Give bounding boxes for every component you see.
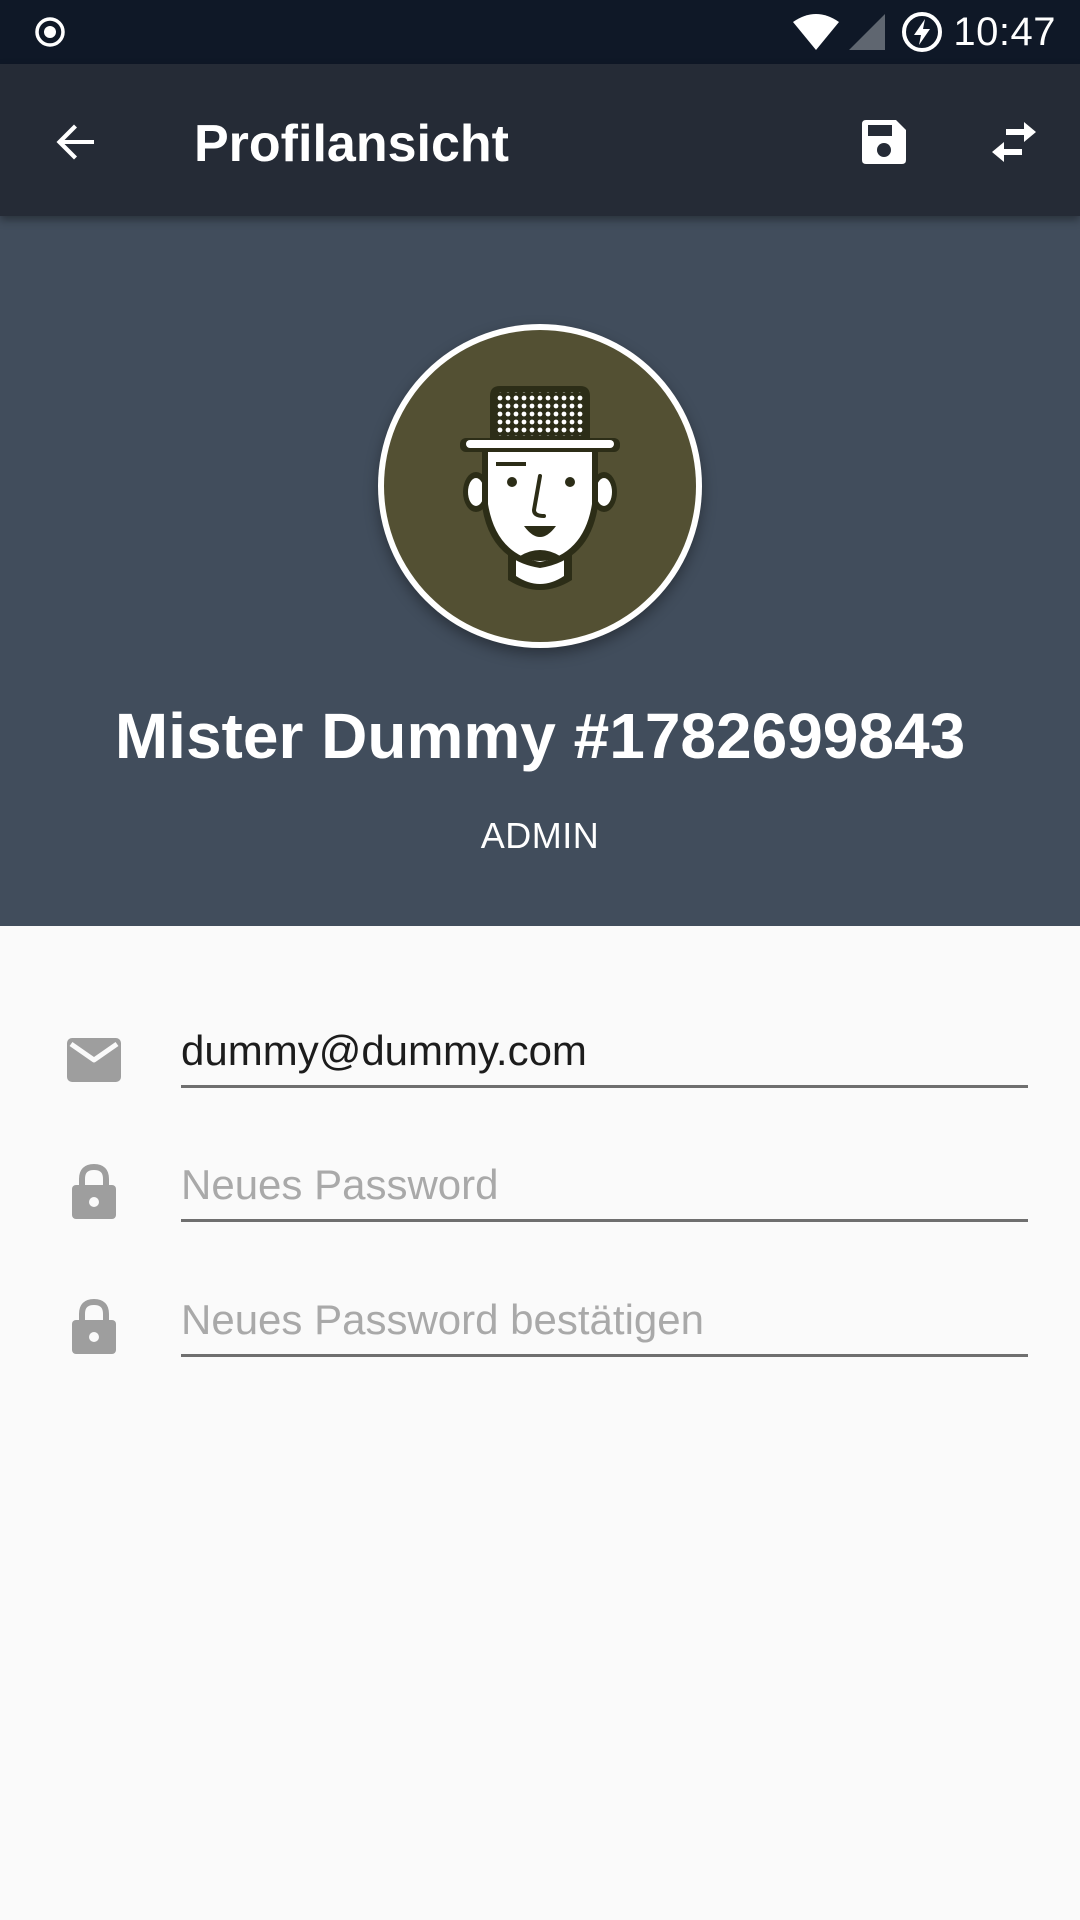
swap-button[interactable]: [978, 108, 1050, 180]
email-icon: [66, 1032, 122, 1088]
status-bar: 10:47: [0, 0, 1080, 64]
avatar[interactable]: [378, 324, 702, 648]
signal-icon: [847, 12, 887, 52]
new-password-field[interactable]: [181, 1150, 1028, 1222]
app-bar: Profilansicht: [0, 64, 1080, 216]
lock-icon: [66, 1163, 122, 1220]
profile-header: Mister Dummy #1782699843 ADMIN: [0, 216, 1080, 926]
battery-charging-icon: [901, 11, 943, 53]
profile-role: ADMIN: [480, 815, 600, 856]
avatar-image: [384, 330, 696, 642]
new-password-row: [0, 1150, 1080, 1240]
email-field[interactable]: [181, 1016, 1028, 1088]
status-indicators: 10:47: [791, 8, 1056, 56]
status-time: 10:47: [953, 9, 1056, 54]
email-row: [0, 1016, 1080, 1106]
swap-arrows-icon: [988, 116, 1040, 173]
page-title: Profilansicht: [194, 115, 509, 173]
arrow-left-icon: [52, 118, 100, 171]
save-button[interactable]: [848, 108, 920, 180]
floppy-disk-icon: [858, 116, 910, 173]
wifi-icon: [791, 12, 841, 52]
profile-name: Mister Dummy #1782699843: [114, 700, 966, 772]
lock-icon: [66, 1298, 122, 1355]
confirm-password-field[interactable]: [181, 1285, 1028, 1357]
target-icon: [34, 16, 66, 48]
confirm-password-row: [0, 1285, 1080, 1375]
back-button[interactable]: [40, 108, 112, 180]
